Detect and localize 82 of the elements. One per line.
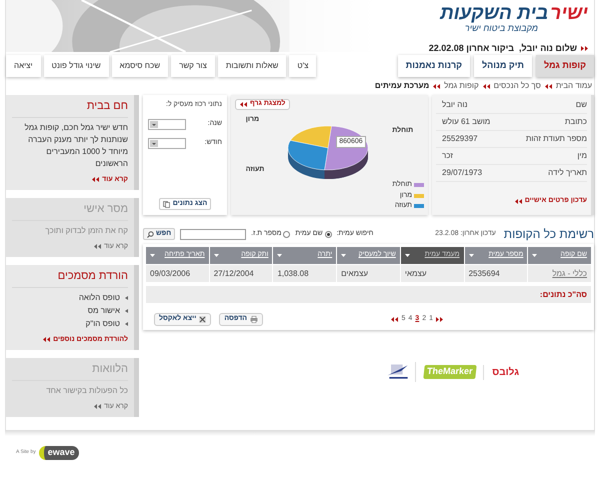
box-title: מסר אישי xyxy=(12,201,128,220)
field-value: 25529397 xyxy=(442,133,478,145)
excel-icon xyxy=(199,316,206,322)
table-cell: עצמאים xyxy=(337,265,400,282)
field-value: מושב 61 עולש xyxy=(442,116,490,128)
double-chevron-left-icon xyxy=(43,337,50,342)
double-chevron-left-icon xyxy=(391,316,398,322)
utility-link[interactable]: צור קשר xyxy=(171,55,215,77)
printer-icon xyxy=(250,316,258,322)
document-link[interactable]: אישור מס xyxy=(88,304,120,316)
logo-tagline: מקבוצת ביטוח ישיר xyxy=(464,24,538,33)
nav-tab[interactable]: קופות גמל xyxy=(536,55,594,77)
sort-caret-icon xyxy=(150,254,155,257)
dropdown-icon xyxy=(150,140,158,146)
double-chevron-left-icon xyxy=(514,198,522,204)
utility-link[interactable]: שאלות ותשובות xyxy=(218,55,286,77)
partner-logo: TheMarker xyxy=(423,365,476,379)
nav-tab[interactable]: קרנות נאמנות xyxy=(398,55,470,77)
box-title: חם בבית xyxy=(12,98,128,118)
search-input[interactable] xyxy=(180,228,246,240)
breadcrumb-link[interactable]: עמוד הבית xyxy=(556,80,592,92)
sort-caret-icon xyxy=(532,254,538,257)
double-chevron-left-icon xyxy=(544,84,552,88)
double-chevron-right-icon xyxy=(581,46,588,52)
select-field[interactable] xyxy=(148,118,186,130)
breadcrumb-link[interactable]: מערכת עמיתים xyxy=(374,80,430,92)
greeting-text: שלום נוה יובל, ביקור אחרון 22.02.08 xyxy=(428,42,577,55)
box-text: כל הפעולות בקישור אחד xyxy=(45,384,128,396)
bullet-icon xyxy=(125,322,128,326)
table-cell: 27/12/2004 xyxy=(210,265,272,282)
table-cell: 2535694 xyxy=(464,265,528,282)
field-value: זכר xyxy=(442,150,453,162)
double-chevron-left-icon xyxy=(94,404,102,410)
nav-tab[interactable]: תיק מנוהל xyxy=(474,55,532,77)
total-label: סה"כ נתונים: xyxy=(540,288,587,300)
box-title: הורדת מסמכים xyxy=(12,268,128,288)
field-value: 29/07/1973 xyxy=(442,167,482,179)
sort-caret-icon xyxy=(214,254,219,257)
double-chevron-left-icon xyxy=(240,102,247,107)
box-text: קח את הזמן לבדוק ותוכך xyxy=(44,224,128,236)
double-chevron-left-icon xyxy=(433,84,440,88)
box-title: הלוואות xyxy=(12,361,128,380)
document-link[interactable]: טופס הו"ק xyxy=(86,318,120,330)
breadcrumb-link[interactable]: סך כל הנכסים xyxy=(494,80,541,92)
utility-link[interactable]: צ'ט xyxy=(289,55,316,77)
sort-caret-icon xyxy=(277,254,282,257)
field-label: מין xyxy=(577,150,587,162)
field-value: נוה יובל xyxy=(442,99,468,111)
sort-caret-icon xyxy=(341,254,346,257)
ewave-logo: ewave xyxy=(38,446,79,460)
field-label: מספר תעודת זהות xyxy=(526,133,587,145)
radio-button[interactable] xyxy=(283,230,290,238)
box-text: חדש ישיר גמל חכם, קופות גמל שנותנות לך יותר מענק העברה מיוחד ל 1000 המעבירים הראשונים xyxy=(24,122,128,170)
logo-name: בית השקעות xyxy=(440,4,548,23)
sort-caret-icon xyxy=(404,254,410,257)
table-cell: עצמאי xyxy=(400,265,464,282)
double-chevron-right-icon xyxy=(436,316,443,322)
select-field[interactable] xyxy=(148,138,186,148)
bullet-icon xyxy=(125,308,128,312)
field-label: כתובת xyxy=(564,116,587,128)
search-icon xyxy=(147,230,154,238)
table-cell: 1,038.08 xyxy=(273,265,336,282)
breadcrumb-link[interactable]: קופות גמל xyxy=(444,80,479,92)
section-title: רשימת כל הקופות xyxy=(504,226,594,243)
logo-brand: ישיר xyxy=(550,4,588,23)
bullet-icon xyxy=(125,296,128,300)
partner-logo: גלובס xyxy=(483,364,519,380)
double-chevron-left-icon xyxy=(92,177,100,182)
radio-button[interactable] xyxy=(324,230,332,238)
field-label: שם xyxy=(576,99,587,111)
double-chevron-left-icon xyxy=(94,244,102,250)
utility-link[interactable]: שכח סיסמא xyxy=(112,55,168,77)
double-chevron-left-icon xyxy=(482,84,490,88)
table-cell[interactable]: כללי - גמל xyxy=(528,265,591,282)
sort-caret-icon xyxy=(468,254,474,257)
copy-icon xyxy=(162,200,170,208)
document-link[interactable]: טופס הלואה xyxy=(78,292,120,304)
field-label: תאריך לידה xyxy=(548,167,587,179)
table-cell: 09/03/2006 xyxy=(146,265,209,282)
utility-link[interactable]: יציאה xyxy=(6,55,41,77)
dropdown-icon xyxy=(150,120,158,128)
utility-link[interactable]: שינוי גודל פונט xyxy=(44,55,109,77)
